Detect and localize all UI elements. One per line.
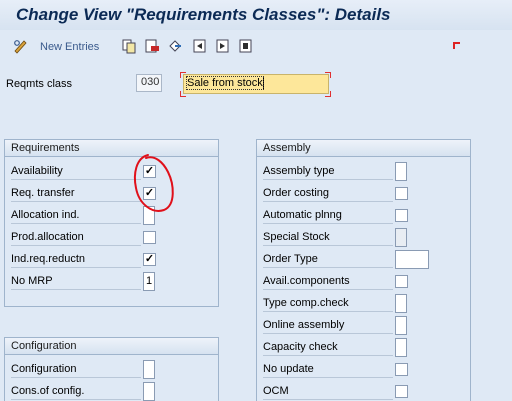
order-type-label: Order Type bbox=[263, 253, 393, 268]
order-costing-checkbox[interactable] bbox=[395, 187, 408, 200]
text-cursor bbox=[262, 77, 264, 90]
requirements-panel-title: Requirements bbox=[5, 140, 218, 157]
next-entry-icon[interactable] bbox=[214, 37, 232, 55]
no-mrp-field[interactable]: 1 bbox=[143, 272, 155, 291]
focus-corner-br bbox=[325, 91, 331, 97]
reqmts-class-field[interactable]: 030 bbox=[136, 74, 162, 92]
assembly-type-label: Assembly type bbox=[263, 165, 393, 180]
req-transfer-checkbox[interactable]: ✓ bbox=[143, 187, 156, 200]
ocm-checkbox[interactable] bbox=[395, 385, 408, 398]
delete-icon[interactable] bbox=[143, 37, 161, 55]
toolbar: New Entries bbox=[0, 32, 512, 60]
order-type-row: Order Type bbox=[257, 250, 470, 270]
allocation-ind-label: Allocation ind. bbox=[11, 209, 141, 224]
automatic-plnng-row: Automatic plnng bbox=[257, 206, 470, 226]
ocm-label: OCM bbox=[263, 385, 393, 400]
req-transfer-label: Req. transfer bbox=[11, 187, 141, 202]
configuration-row: Configuration bbox=[5, 360, 218, 380]
req-transfer-row: Req. transfer ✓ bbox=[5, 184, 218, 204]
focus-corner-tr bbox=[325, 72, 331, 78]
red-corner-marker bbox=[453, 42, 460, 49]
no-update-row: No update bbox=[257, 360, 470, 380]
prod-allocation-row: Prod.allocation bbox=[5, 228, 218, 248]
automatic-plnng-checkbox[interactable] bbox=[395, 209, 408, 222]
copy-icon[interactable] bbox=[120, 37, 138, 55]
special-stock-row: Special Stock bbox=[257, 228, 470, 248]
order-type-field[interactable] bbox=[395, 250, 429, 269]
configuration-panel: Configuration Configuration Cons.of conf… bbox=[4, 337, 219, 401]
avail-components-checkbox[interactable] bbox=[395, 275, 408, 288]
prod-allocation-label: Prod.allocation bbox=[11, 231, 141, 246]
assembly-panel: Assembly Assembly type Order costing Aut… bbox=[256, 139, 471, 401]
undo-icon[interactable] bbox=[166, 37, 184, 55]
capacity-check-field[interactable] bbox=[395, 338, 407, 357]
availability-label: Availability bbox=[11, 165, 141, 180]
assembly-panel-title: Assembly bbox=[257, 140, 470, 157]
configuration-label: Configuration bbox=[11, 363, 141, 378]
order-costing-row: Order costing bbox=[257, 184, 470, 204]
order-costing-label: Order costing bbox=[263, 187, 393, 202]
special-stock-label: Special Stock bbox=[263, 231, 393, 246]
no-update-label: No update bbox=[263, 363, 393, 378]
select-block-icon[interactable] bbox=[237, 37, 255, 55]
type-comp-check-row: Type comp.check bbox=[257, 294, 470, 314]
assembly-type-row: Assembly type bbox=[257, 162, 470, 182]
ind-req-reductn-row: Ind.req.reductn ✓ bbox=[5, 250, 218, 270]
ind-req-reductn-checkbox[interactable]: ✓ bbox=[143, 253, 156, 266]
online-assembly-row: Online assembly bbox=[257, 316, 470, 336]
special-stock-field bbox=[395, 228, 407, 247]
type-comp-check-label: Type comp.check bbox=[263, 297, 393, 312]
focus-corner-tl bbox=[180, 72, 186, 78]
assembly-type-field[interactable] bbox=[395, 162, 407, 181]
page-title: Change View "Requirements Classes": Deta… bbox=[16, 5, 391, 24]
availability-checkbox[interactable]: ✓ bbox=[143, 165, 156, 178]
capacity-check-row: Capacity check bbox=[257, 338, 470, 358]
title-bar: Change View "Requirements Classes": Deta… bbox=[0, 0, 512, 30]
cons-of-config-field[interactable] bbox=[143, 382, 155, 401]
cons-of-config-label: Cons.of config. bbox=[11, 385, 141, 400]
cons-of-config-row: Cons.of config. bbox=[5, 382, 218, 401]
allocation-ind-row: Allocation ind. bbox=[5, 206, 218, 226]
allocation-ind-field[interactable] bbox=[143, 206, 155, 225]
ind-req-reductn-label: Ind.req.reductn bbox=[11, 253, 141, 268]
description-text: Sale from stock bbox=[186, 76, 264, 90]
capacity-check-label: Capacity check bbox=[263, 341, 393, 356]
online-assembly-field[interactable] bbox=[395, 316, 407, 335]
edit-glasses-icon[interactable] bbox=[12, 37, 30, 55]
avail-components-label: Avail.components bbox=[263, 275, 393, 290]
no-update-checkbox[interactable] bbox=[395, 363, 408, 376]
focus-corner-bl bbox=[180, 91, 186, 97]
prod-allocation-checkbox[interactable] bbox=[143, 231, 156, 244]
availability-row: Availability ✓ bbox=[5, 162, 218, 182]
description-field[interactable]: Sale from stock bbox=[183, 74, 329, 94]
configuration-panel-title: Configuration bbox=[5, 338, 218, 355]
requirements-panel: Requirements Availability ✓ Req. transfe… bbox=[4, 139, 219, 307]
no-mrp-row: No MRP 1 bbox=[5, 272, 218, 292]
avail-components-row: Avail.components bbox=[257, 272, 470, 292]
ocm-row: OCM bbox=[257, 382, 470, 401]
automatic-plnng-label: Automatic plnng bbox=[263, 209, 393, 224]
reqmts-class-label: Reqmts class bbox=[6, 78, 73, 90]
online-assembly-label: Online assembly bbox=[263, 319, 393, 334]
no-mrp-label: No MRP bbox=[11, 275, 141, 290]
previous-entry-icon[interactable] bbox=[191, 37, 209, 55]
type-comp-check-field[interactable] bbox=[395, 294, 407, 313]
new-entries-button[interactable]: New Entries bbox=[40, 41, 99, 53]
configuration-field[interactable] bbox=[143, 360, 155, 379]
